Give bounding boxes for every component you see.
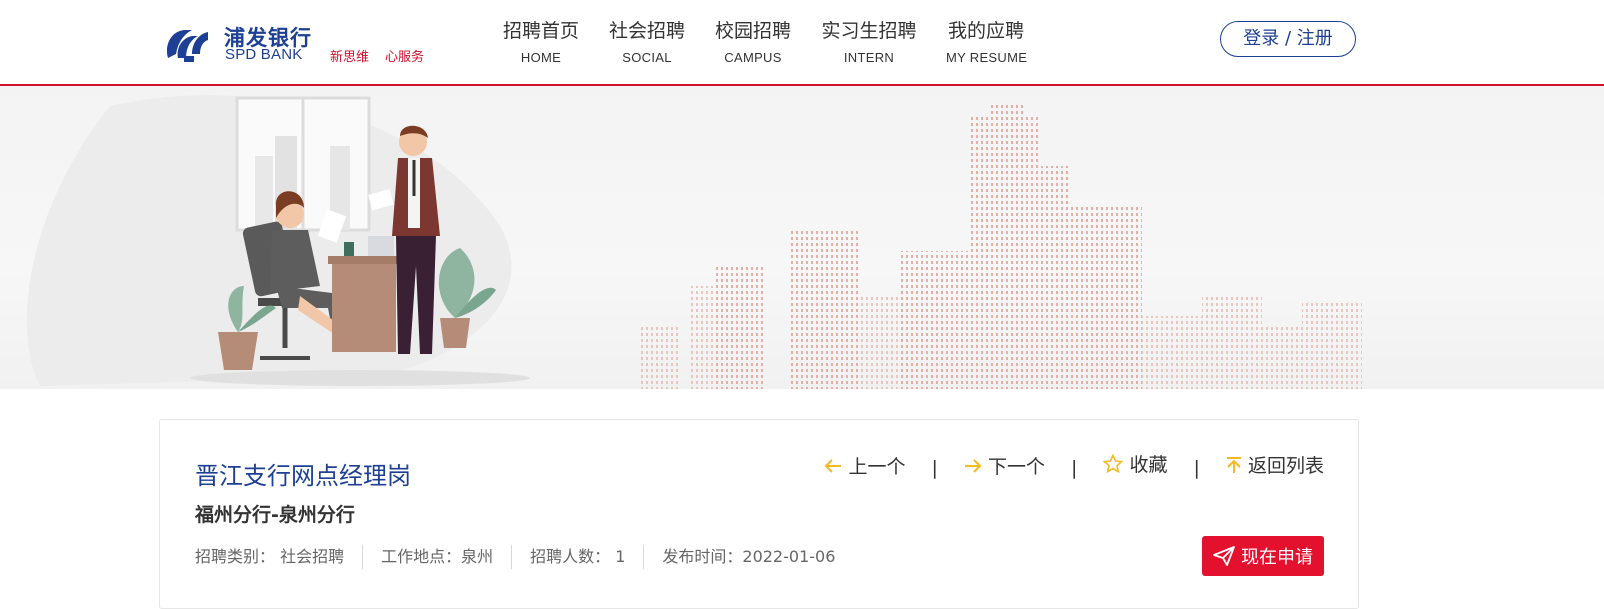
arrow-right-icon (964, 458, 982, 473)
job-detail-card: 晋江支行网点经理岗 福州分行-泉州分行 招聘类别： 社会招聘 工作地点：泉州 招聘人… (159, 419, 1359, 609)
logo-slogan: 新思维 心服务 (330, 46, 440, 65)
skyline-graphic (640, 102, 1362, 389)
action-separator: | (1071, 456, 1078, 479)
logo-english-name: SPD BANK (225, 46, 303, 63)
spd-bank-logo[interactable]: 浦发银行 SPD BANK 新思维 心服务 (162, 22, 432, 66)
favorite-link[interactable]: 收藏 (1103, 450, 1167, 477)
star-icon (1103, 453, 1124, 473)
prev-link[interactable]: 上一个 (824, 452, 905, 479)
arrow-up-icon (1226, 456, 1241, 473)
job-department: 福州分行-泉州分行 (195, 504, 355, 526)
meta-category: 招聘类别： 社会招聘 (195, 547, 345, 566)
meta-headcount: 招聘人数： 1 (511, 545, 643, 569)
nav-social-label: 社会招聘 (608, 20, 685, 42)
login-register-button[interactable]: 登录 / 注册 (1220, 21, 1356, 57)
hero-banner (0, 86, 1604, 389)
job-actions: 上一个 | 下一个 | 收藏 | 返回列表 (824, 450, 1324, 479)
nav-intern-label: 实习生招聘 (821, 20, 917, 42)
nav-campus-label: 校园招聘 (714, 20, 791, 42)
meta-publish-date: 发布时间：2022-01-06 (643, 545, 853, 569)
meta-location: 工作地点：泉州 (362, 545, 511, 569)
slogan-part-1: 新思维 (330, 50, 370, 65)
nav-intern[interactable]: 实习生招聘 INTERN (820, 18, 918, 67)
nav-home-sublabel: HOME (520, 50, 562, 65)
nav-social[interactable]: 社会招聘 SOCIAL (608, 18, 686, 67)
apply-now-label: 现在申请 (1241, 547, 1313, 568)
job-title: 晋江支行网点经理岗 (195, 462, 411, 490)
nav-my-resume-label: 我的应聘 (947, 20, 1024, 42)
top-header: 浦发银行 SPD BANK 新思维 心服务 招聘首页 HOME 社会招聘 SOCI… (0, 0, 1604, 86)
nav-home-label: 招聘首页 (502, 20, 579, 42)
arrow-left-icon (825, 458, 842, 473)
nav-social-sublabel: SOCIAL (622, 50, 672, 65)
apply-now-button[interactable]: 现在申请 (1202, 536, 1324, 576)
spd-logo-icon (166, 30, 208, 62)
nav-intern-sublabel: INTERN (843, 50, 895, 65)
action-separator: | (1193, 456, 1200, 479)
favorite-label: 收藏 (1129, 454, 1168, 476)
nav-my-resume-sublabel: MY RESUME (946, 50, 1028, 65)
next-link[interactable]: 下一个 (964, 452, 1045, 479)
nav-campus[interactable]: 校园招聘 CAMPUS (714, 18, 792, 67)
nav-home[interactable]: 招聘首页 HOME (502, 18, 580, 67)
next-label: 下一个 (987, 456, 1045, 478)
paper-plane-icon (1213, 546, 1235, 566)
back-to-list-label: 返回列表 (1247, 455, 1324, 477)
prev-label: 上一个 (848, 456, 906, 478)
slogan-part-2: 心服务 (385, 50, 425, 65)
nav-campus-sublabel: CAMPUS (724, 50, 782, 65)
office-illustration (26, 95, 1362, 389)
nav-my-resume[interactable]: 我的应聘 MY RESUME (946, 18, 1028, 67)
job-meta: 招聘类别： 社会招聘 工作地点：泉州 招聘人数： 1 发布时间：2022-01-06 (195, 545, 853, 571)
back-to-list-link[interactable]: 返回列表 (1226, 451, 1324, 478)
action-separator: | (931, 456, 938, 479)
